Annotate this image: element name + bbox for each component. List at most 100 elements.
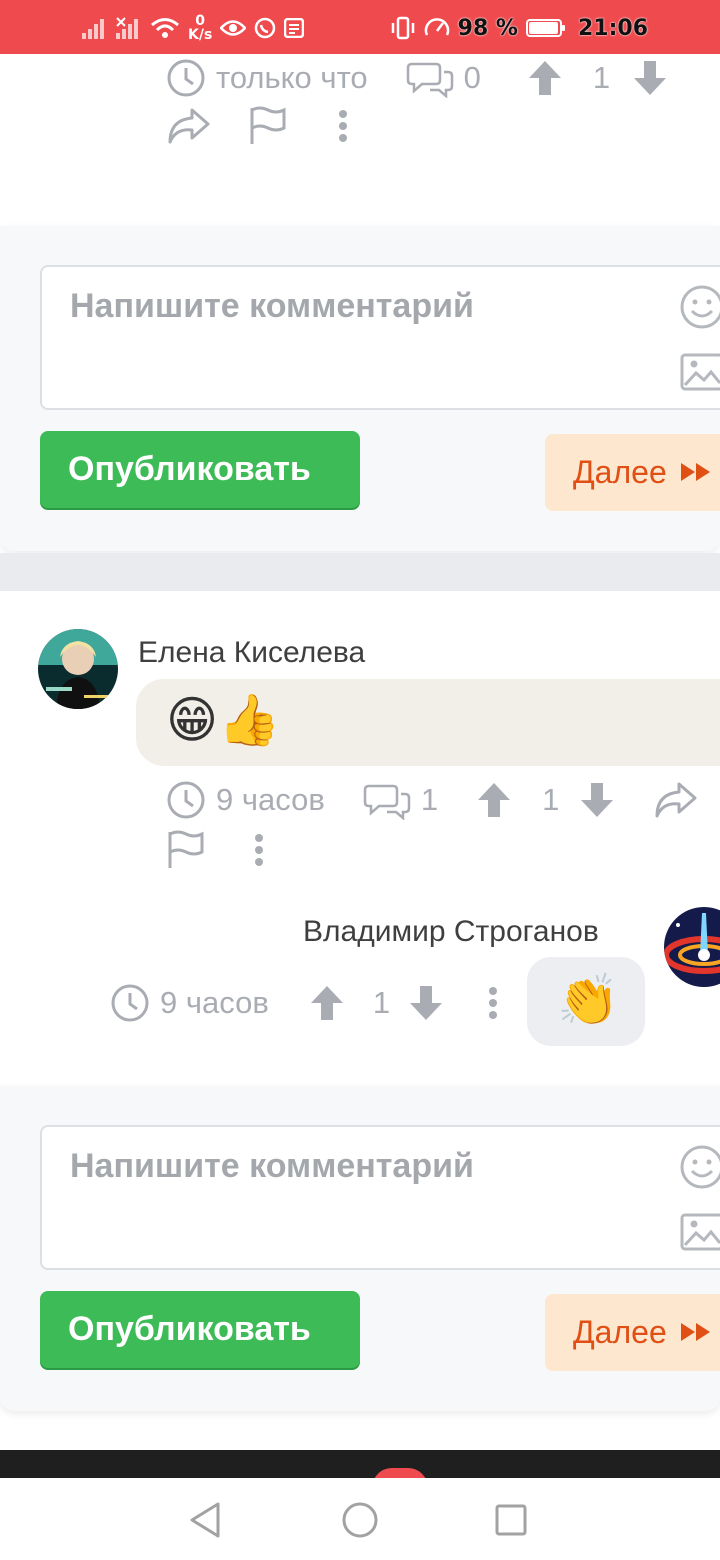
comments-icon (406, 58, 454, 98)
vote-count-label: 1 (542, 782, 560, 817)
comment-meta: 9 часов 1 (110, 983, 498, 1023)
time-label: только что (216, 60, 368, 95)
time-label: 9 часов (216, 782, 325, 817)
comment-form: Напишите комментарий Опубликовать Далее (0, 226, 720, 551)
more-vertical-icon (254, 833, 264, 867)
signal-off-icon (116, 17, 142, 39)
notes-icon (284, 18, 305, 38)
more-button[interactable] (254, 833, 264, 867)
next-button[interactable]: Далее (545, 434, 720, 511)
publish-button[interactable]: Опубликовать (40, 1291, 360, 1368)
comment-actions-top (166, 106, 348, 146)
comment-bubble: 👏 (527, 957, 645, 1046)
avatar[interactable] (38, 629, 118, 709)
viber-icon (254, 17, 276, 39)
vote-count: 1 (363, 985, 390, 1021)
reply-count[interactable]: 1 (363, 780, 438, 820)
arrow-up-icon (476, 781, 512, 819)
bottom-toolbar (0, 1450, 720, 1480)
next-button-label: Далее (573, 454, 667, 490)
network-speed-unit: K/s (188, 27, 213, 43)
vote-count: 1 (532, 782, 559, 818)
smile-icon[interactable] (680, 1145, 720, 1194)
vote-count: 1 (583, 60, 610, 96)
image-icon[interactable] (680, 353, 720, 396)
publish-button-label: Опубликовать (68, 450, 311, 488)
eye-icon (220, 18, 247, 38)
back-icon[interactable] (186, 1500, 226, 1545)
share-button[interactable] (166, 106, 212, 146)
report-button[interactable] (248, 106, 288, 146)
recent-apps-icon[interactable] (494, 1500, 530, 1545)
reply-count-label: 0 (463, 60, 481, 95)
comment-input-placeholder: Напишите комментарий (70, 1147, 474, 1185)
status-bar: 0 K/s 98 % 21:06 (0, 0, 720, 54)
comment-input[interactable]: Напишите комментарий (40, 265, 720, 410)
clock-icon (110, 983, 150, 1023)
flag-icon (248, 106, 288, 146)
author-name[interactable]: Елена Киселева (138, 636, 365, 670)
comment-meta-top: только что 0 1 (166, 58, 668, 98)
more-button[interactable] (338, 109, 348, 143)
comment-emoji: 👏 (557, 971, 620, 1029)
smile-icon[interactable] (680, 285, 720, 334)
arrow-down-icon (408, 984, 444, 1022)
next-button[interactable]: Далее (545, 1294, 720, 1371)
vote-count-label: 1 (592, 60, 611, 95)
arrow-up-icon (309, 984, 345, 1022)
comments-icon (363, 780, 411, 820)
home-icon[interactable] (340, 1500, 380, 1545)
upvote-button[interactable] (476, 781, 512, 819)
next-button-label: Далее (573, 1314, 667, 1350)
vibrate-icon (390, 16, 416, 40)
upvote-button[interactable] (527, 59, 563, 97)
downvote-button[interactable] (408, 984, 444, 1022)
battery-icon (525, 19, 565, 37)
clock-icon (166, 58, 206, 98)
section-divider (0, 553, 720, 591)
system-nav-bar (0, 1478, 720, 1560)
more-vertical-icon (488, 986, 498, 1020)
arrow-down-icon (632, 59, 668, 97)
time-stamp: только что (166, 58, 368, 98)
arrow-up-icon (527, 59, 563, 97)
comment-input-placeholder: Напишите комментарий (70, 287, 474, 325)
share-icon (653, 780, 699, 820)
reply-count[interactable]: 0 (406, 58, 481, 98)
fast-forward-icon (667, 1314, 713, 1351)
downvote-button[interactable] (579, 781, 615, 819)
time-stamp: 9 часов (110, 983, 269, 1023)
battery-percent: 98 % (457, 15, 518, 41)
arrow-down-icon (579, 781, 615, 819)
network-speed: 0 K/s (188, 14, 212, 42)
comment-form: Напишите комментарий Опубликовать Далее (0, 1086, 720, 1411)
speedometer-icon (424, 16, 450, 40)
more-vertical-icon (338, 109, 348, 143)
publish-button-label: Опубликовать (68, 1310, 311, 1348)
signal-icon (82, 17, 108, 39)
vote-count-label: 1 (372, 985, 391, 1020)
downvote-button[interactable] (632, 59, 668, 97)
clock-icon (166, 780, 206, 820)
publish-button[interactable]: Опубликовать (40, 431, 360, 508)
report-button[interactable] (166, 830, 206, 870)
network-speed-value: 0 (195, 13, 206, 29)
avatar[interactable] (664, 907, 720, 987)
comment-input[interactable]: Напишите комментарий (40, 1125, 720, 1270)
time-stamp: 9 часов (166, 780, 325, 820)
comment-emoji: 😁👍 (166, 691, 281, 749)
flag-icon (166, 830, 206, 870)
wifi-icon (150, 17, 180, 39)
image-icon[interactable] (680, 1213, 720, 1256)
upvote-button[interactable] (309, 984, 345, 1022)
share-button[interactable] (653, 780, 699, 820)
clock-time: 21:06 (577, 15, 648, 41)
reply-count-label: 1 (420, 782, 439, 817)
more-button[interactable] (488, 986, 498, 1020)
fast-forward-icon (667, 454, 713, 491)
comment-meta: 9 часов 1 1 (166, 780, 699, 820)
comment-actions (166, 830, 264, 870)
time-label: 9 часов (160, 985, 269, 1020)
author-name[interactable]: Владимир Строганов (303, 915, 599, 949)
comment-bubble: 😁👍 (136, 679, 720, 766)
